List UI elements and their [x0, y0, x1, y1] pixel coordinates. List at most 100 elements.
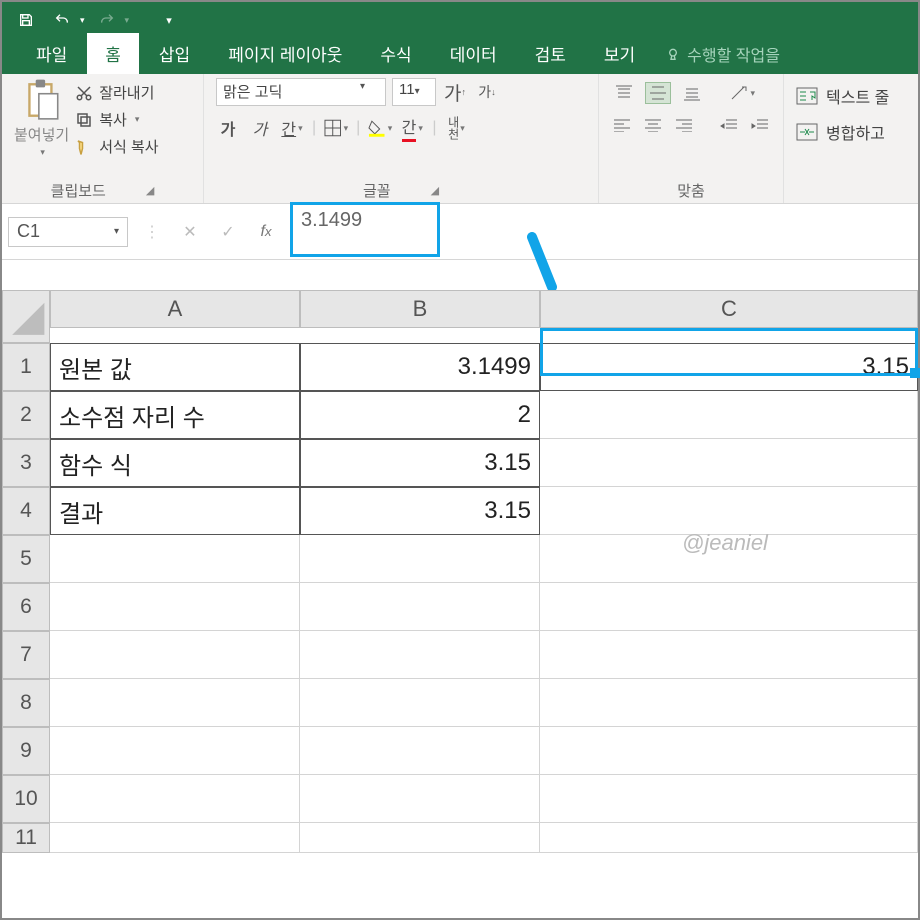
align-left-button[interactable] — [611, 114, 634, 136]
cell-B1[interactable]: 3.1499 — [300, 343, 540, 391]
align-middle-button[interactable] — [645, 82, 671, 104]
cell-A7[interactable] — [50, 631, 300, 679]
phonetic-label: 내천 — [448, 116, 458, 140]
row-header-11[interactable]: 11 — [2, 823, 50, 853]
select-all-corner[interactable] — [2, 290, 50, 343]
cell-C2[interactable] — [540, 391, 918, 439]
column-header-C[interactable]: C — [540, 290, 918, 328]
cell-A11[interactable] — [50, 823, 300, 853]
name-box-dropdown-icon: ▾ — [114, 226, 119, 237]
row-header-3[interactable]: 3 — [2, 439, 50, 487]
cell-A8[interactable] — [50, 679, 300, 727]
row-header-1[interactable]: 1 — [2, 343, 50, 391]
orientation-button[interactable]: ▾ — [729, 82, 755, 104]
cell-C1[interactable]: 3.15 — [540, 343, 918, 391]
watermark: @jeaniel — [682, 530, 768, 556]
bold-button[interactable]: 가 — [216, 116, 240, 140]
cell-B7[interactable] — [300, 631, 540, 679]
row-header-10[interactable]: 10 — [2, 775, 50, 823]
cell-C4[interactable] — [540, 487, 918, 535]
cell-B2[interactable]: 2 — [300, 391, 540, 439]
underline-button[interactable]: 간▾ — [280, 116, 304, 140]
save-button[interactable] — [12, 6, 40, 34]
cell-C3[interactable] — [540, 439, 918, 487]
row-header-5[interactable]: 5 — [2, 535, 50, 583]
row-header-2[interactable]: 2 — [2, 391, 50, 439]
grid[interactable]: A B C 1 원본 값 3.1499 3.15 2 소수점 자리 수 2 3 … — [2, 290, 918, 853]
cell-B3[interactable]: 3.15 — [300, 439, 540, 487]
tab-review[interactable]: 검토 — [517, 33, 584, 74]
align-right-button[interactable] — [672, 114, 695, 136]
tab-file[interactable]: 파일 — [18, 33, 85, 74]
tab-formulas[interactable]: 수식 — [362, 33, 429, 74]
shrink-font-button[interactable]: 가↓ — [474, 79, 500, 105]
cell-B4[interactable]: 3.15 — [300, 487, 540, 535]
tab-insert[interactable]: 삽입 — [141, 33, 208, 74]
tell-me[interactable]: 수행할 작업을 — [655, 34, 790, 74]
row-header-9[interactable]: 9 — [2, 727, 50, 775]
cell-A9[interactable] — [50, 727, 300, 775]
cell-C9[interactable] — [540, 727, 918, 775]
undo-dropdown[interactable]: ▾ — [80, 15, 85, 26]
paste-button[interactable]: 붙여넣기 ▾ — [14, 78, 69, 158]
decrease-indent-button[interactable] — [718, 114, 741, 136]
font-name-select[interactable]: 맑은 고딕▾ — [216, 78, 386, 106]
font-size-select[interactable]: 11▾ — [392, 78, 436, 106]
cell-A6[interactable] — [50, 583, 300, 631]
tab-page-layout[interactable]: 페이지 레이아웃 — [210, 33, 360, 74]
italic-button[interactable]: 가 — [248, 116, 272, 140]
phonetic-button[interactable]: 내천▾ — [444, 116, 468, 140]
row-header-6[interactable]: 6 — [2, 583, 50, 631]
cell-C7[interactable] — [540, 631, 918, 679]
row-header-4[interactable]: 4 — [2, 487, 50, 535]
enter-button[interactable]: ✓ — [214, 218, 242, 246]
cell-A3[interactable]: 함수 식 — [50, 439, 300, 487]
cell-B6[interactable] — [300, 583, 540, 631]
column-header-B[interactable]: B — [300, 290, 540, 328]
cell-B9[interactable] — [300, 727, 540, 775]
cut-button[interactable]: 잘라내기 — [75, 82, 158, 103]
column-header-A[interactable]: A — [50, 290, 300, 328]
cell-C10[interactable] — [540, 775, 918, 823]
formula-bar[interactable]: 3.1499 — [290, 202, 440, 257]
wrap-text-button[interactable]: 텍스트 줄 — [796, 84, 906, 108]
undo-button[interactable] — [48, 6, 76, 34]
cancel-button[interactable]: ✕ — [176, 218, 204, 246]
row-header-8[interactable]: 8 — [2, 679, 50, 727]
cell-A10[interactable] — [50, 775, 300, 823]
fill-color-button[interactable]: ▾ — [368, 116, 392, 140]
grow-font-button[interactable]: 가↑ — [442, 79, 468, 105]
tab-data[interactable]: 데이터 — [432, 33, 515, 74]
cell-B11[interactable] — [300, 823, 540, 853]
font-dialog-launcher[interactable]: ◢ — [431, 184, 439, 197]
redo-button[interactable] — [93, 6, 121, 34]
clipboard-dialog-launcher[interactable]: ◢ — [146, 184, 154, 197]
align-top-button[interactable] — [611, 82, 637, 104]
row-header-7[interactable]: 7 — [2, 631, 50, 679]
cell-C8[interactable] — [540, 679, 918, 727]
font-color-button[interactable]: 간▾ — [400, 116, 424, 140]
tab-home[interactable]: 홈 — [87, 33, 139, 74]
ribbon: 붙여넣기 ▾ 잘라내기 복사▾ 서식 복사 클립보드◢ — [2, 74, 918, 204]
redo-dropdown[interactable]: ▾ — [125, 15, 130, 26]
cell-A2[interactable]: 소수점 자리 수 — [50, 391, 300, 439]
tab-view[interactable]: 보기 — [586, 33, 653, 74]
customize-qat-button[interactable]: ▾ — [155, 6, 183, 34]
cell-B8[interactable] — [300, 679, 540, 727]
merge-center-button[interactable]: 병합하고 — [796, 120, 906, 144]
cell-B5[interactable] — [300, 535, 540, 583]
copy-button[interactable]: 복사▾ — [75, 109, 158, 130]
borders-button[interactable]: ▾ — [324, 116, 348, 140]
format-painter-button[interactable]: 서식 복사 — [75, 136, 158, 157]
insert-function-button[interactable]: fx — [252, 218, 280, 246]
cell-C6[interactable] — [540, 583, 918, 631]
align-center-button[interactable] — [642, 114, 665, 136]
name-box[interactable]: C1 ▾ — [8, 217, 128, 247]
cell-B10[interactable] — [300, 775, 540, 823]
cell-A1[interactable]: 원본 값 — [50, 343, 300, 391]
cell-A5[interactable] — [50, 535, 300, 583]
cell-A4[interactable]: 결과 — [50, 487, 300, 535]
cell-C11[interactable] — [540, 823, 918, 853]
align-bottom-button[interactable] — [679, 82, 705, 104]
increase-indent-button[interactable] — [748, 114, 771, 136]
